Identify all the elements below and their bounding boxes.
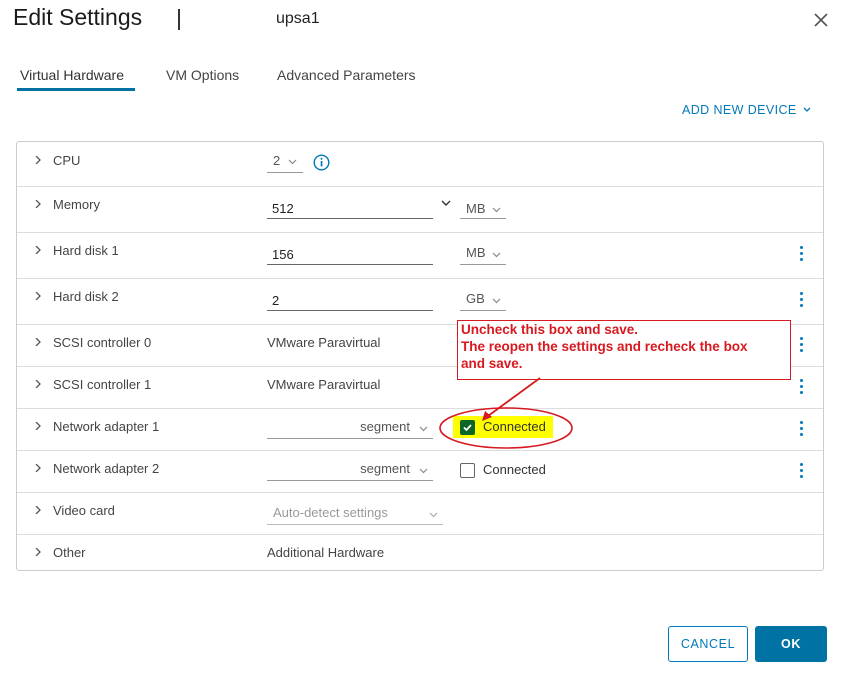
more-actions-icon[interactable] — [800, 421, 804, 437]
row-video-card: Video card Auto-detect settings — [17, 492, 823, 535]
connected-checkbox-2[interactable] — [460, 463, 475, 478]
memory-value: 512 — [272, 201, 294, 216]
chevron-down-icon — [492, 207, 501, 213]
cpu-select[interactable]: 2 — [267, 152, 303, 173]
row-label-scsi-0: SCSI controller 0 — [53, 335, 152, 350]
memory-input[interactable]: 512 — [267, 198, 433, 219]
scsi-1-type: VMware Paravirtual — [267, 377, 381, 392]
row-label-hard-disk-2: Hard disk 2 — [53, 289, 119, 304]
dialog-title: Edit Settings — [13, 4, 143, 30]
row-label-other: Other — [53, 545, 86, 560]
chevron-right-icon[interactable] — [34, 464, 42, 472]
row-network-adapter-2: Network adapter 2 segment Connected — [17, 450, 823, 493]
close-icon[interactable] — [810, 9, 832, 31]
row-label-hard-disk-1: Hard disk 1 — [53, 243, 119, 258]
add-new-device-label: ADD NEW DEVICE — [682, 103, 797, 117]
info-icon[interactable] — [313, 154, 330, 171]
connected-label-1[interactable]: Connected — [483, 419, 546, 434]
more-actions-icon[interactable] — [800, 246, 804, 262]
memory-unit: MB — [466, 201, 486, 216]
row-cpu: CPU 2 — [17, 142, 823, 187]
chevron-down-icon[interactable] — [441, 200, 451, 207]
hard-disk-1-input[interactable]: 156 — [267, 244, 433, 265]
active-tab-indicator — [17, 88, 135, 91]
chevron-right-icon[interactable] — [34, 338, 42, 346]
annotation-callout: Uncheck this box and save. The reopen th… — [457, 320, 791, 380]
chevron-right-icon[interactable] — [34, 422, 42, 430]
row-label-network-adapter-1: Network adapter 1 — [53, 419, 160, 434]
vm-name: upsa1 — [276, 10, 320, 27]
row-hard-disk-1: Hard disk 1 156 MB — [17, 232, 823, 279]
hard-disk-2-value: 2 — [272, 293, 280, 308]
tab-advanced-parameters[interactable]: Advanced Parameters — [277, 67, 416, 83]
row-label-cpu: CPU — [53, 153, 81, 168]
chevron-right-icon[interactable] — [34, 548, 42, 556]
row-memory: Memory 512 MB — [17, 186, 823, 233]
annotation-line-1: Uncheck this box and save. — [461, 322, 639, 337]
row-network-adapter-1: Network adapter 1 segment Connected — [17, 408, 823, 451]
chevron-down-icon — [492, 252, 501, 258]
checkmark-icon — [463, 424, 472, 432]
annotation-line-3: and save. — [461, 356, 523, 371]
cpu-value: 2 — [273, 153, 281, 168]
row-label-scsi-1: SCSI controller 1 — [53, 377, 152, 392]
row-hard-disk-2: Hard disk 2 2 GB — [17, 278, 823, 325]
more-actions-icon[interactable] — [800, 379, 804, 395]
connected-checkbox-1[interactable] — [460, 420, 475, 435]
hard-disk-1-unit-select[interactable]: MB — [460, 244, 506, 265]
chevron-down-icon — [492, 298, 501, 304]
more-actions-icon[interactable] — [800, 463, 804, 479]
network-adapter-2-select[interactable]: segment — [267, 460, 433, 481]
chevron-right-icon[interactable] — [34, 200, 42, 208]
chevron-right-icon[interactable] — [34, 380, 42, 388]
network-adapter-1-value: segment — [360, 419, 410, 434]
hard-disk-2-input[interactable]: 2 — [267, 290, 433, 311]
network-adapter-1-select[interactable]: segment — [267, 418, 433, 439]
hard-disk-1-unit: MB — [466, 245, 486, 260]
scsi-0-type: VMware Paravirtual — [267, 335, 381, 350]
connected-label-2[interactable]: Connected — [483, 462, 546, 477]
chevron-right-icon[interactable] — [34, 156, 42, 164]
memory-unit-select[interactable]: MB — [460, 198, 506, 219]
title-divider — [178, 9, 180, 30]
video-card-value: Auto-detect settings — [273, 505, 388, 520]
row-label-network-adapter-2: Network adapter 2 — [53, 461, 160, 476]
hard-disk-2-unit-select[interactable]: GB — [460, 290, 506, 311]
chevron-down-icon — [419, 468, 428, 474]
row-label-memory: Memory — [53, 197, 100, 212]
more-actions-icon[interactable] — [800, 292, 804, 308]
other-value: Additional Hardware — [267, 545, 385, 560]
chevron-right-icon[interactable] — [34, 246, 42, 254]
tab-virtual-hardware[interactable]: Virtual Hardware — [20, 67, 124, 83]
cancel-button[interactable]: CANCEL — [668, 626, 748, 662]
add-new-device-button[interactable]: ADD NEW DEVICE — [682, 103, 811, 117]
hard-disk-2-unit: GB — [466, 291, 485, 306]
row-other: Other Additional Hardware — [17, 534, 823, 570]
chevron-down-icon — [803, 107, 810, 112]
chevron-down-icon — [429, 512, 438, 518]
chevron-right-icon[interactable] — [34, 292, 42, 300]
chevron-right-icon[interactable] — [34, 506, 42, 514]
tab-vm-options[interactable]: VM Options — [166, 67, 239, 83]
hard-disk-1-value: 156 — [272, 247, 294, 262]
more-actions-icon[interactable] — [800, 337, 804, 353]
row-label-video-card: Video card — [53, 503, 115, 518]
ok-button[interactable]: OK — [755, 626, 827, 662]
annotation-line-2: The reopen the settings and recheck the … — [461, 339, 748, 354]
chevron-down-icon — [288, 159, 297, 165]
chevron-down-icon — [419, 426, 428, 432]
video-card-select[interactable]: Auto-detect settings — [267, 502, 443, 525]
network-adapter-2-value: segment — [360, 461, 410, 476]
